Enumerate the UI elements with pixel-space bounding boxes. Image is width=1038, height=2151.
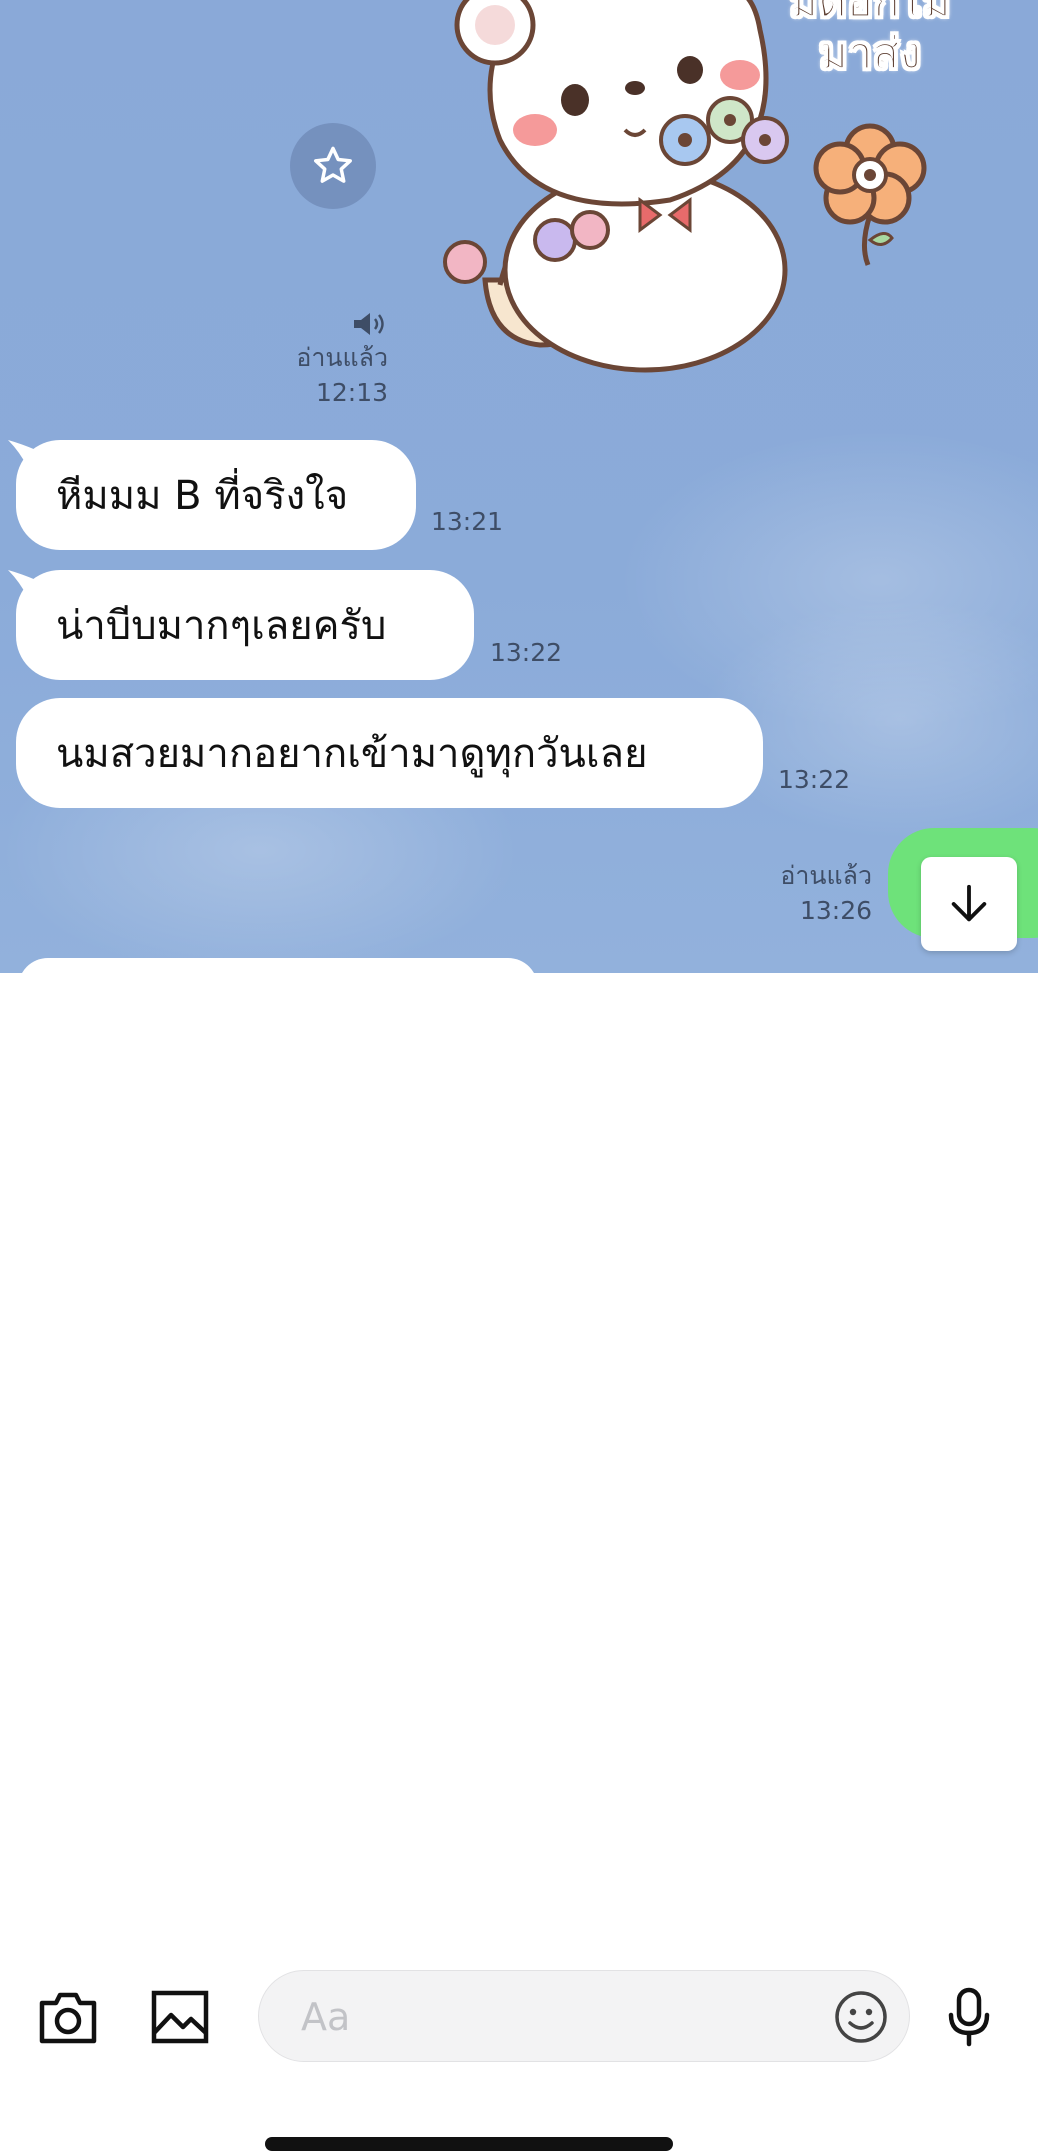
favorite-sticker-button[interactable] [290, 123, 376, 209]
bubble-tail [8, 440, 36, 468]
message-time: 12:13 [315, 378, 388, 407]
camera-icon [39, 1992, 97, 2044]
message-input[interactable] [299, 1971, 823, 2063]
read-status: อ่านแล้ว [780, 861, 872, 890]
microphone-icon [948, 1987, 990, 2047]
image-icon [151, 1990, 209, 2044]
voice-message-button[interactable] [940, 1985, 998, 2049]
bubble-tail [8, 570, 36, 598]
message-time: 13:22 [778, 765, 851, 794]
chat-area[interactable]: มีดอกไม้ มาส่ง อ่านแล้ว 12:13 หีมมม B ที… [0, 0, 1038, 973]
received-message-partial[interactable] [18, 958, 538, 973]
message-input-field[interactable] [258, 1970, 910, 2063]
image-button[interactable] [148, 1985, 212, 2049]
sticker-caption-line1: มีดอกไม้ [789, 0, 952, 27]
sent-bubble-tail [1000, 828, 1026, 854]
sticker-caption: มีดอกไม้ มาส่ง [770, 0, 970, 79]
arrow-down-icon [951, 884, 987, 922]
received-message[interactable]: หีมมม B ที่จริงใจ [8, 440, 416, 550]
received-message[interactable]: น่าบีบมากๆเลยครับ [8, 570, 474, 680]
message-time: 13:26 [799, 896, 872, 925]
home-indicator [265, 2137, 673, 2151]
message-text: หีมมม B ที่จริงใจ [56, 473, 349, 519]
read-status: อ่านแล้ว [296, 343, 388, 372]
star-icon [314, 146, 352, 183]
sticker-meta: อ่านแล้ว 12:13 [230, 340, 388, 410]
sticker-caption-line2: มาส่ง [818, 28, 922, 79]
message-text: นมสวยมากอยากเข้ามาดูทุกวันเลย [56, 731, 648, 777]
message-time: 13:21 [431, 507, 504, 536]
camera-button[interactable] [36, 1985, 100, 2049]
message-text: น่าบีบมากๆเลยครับ [56, 603, 387, 649]
scroll-to-bottom-button[interactable] [921, 857, 1017, 951]
message-time: 13:22 [490, 638, 563, 667]
speaker-icon[interactable] [352, 310, 388, 338]
received-message[interactable]: นมสวยมากอยากเข้ามาดูทุกวันเลย [16, 698, 763, 808]
sent-message-meta: อ่านแล้ว 13:26 [700, 858, 872, 928]
composer-bar [0, 973, 1038, 2151]
emoji-icon[interactable] [833, 1989, 889, 2045]
